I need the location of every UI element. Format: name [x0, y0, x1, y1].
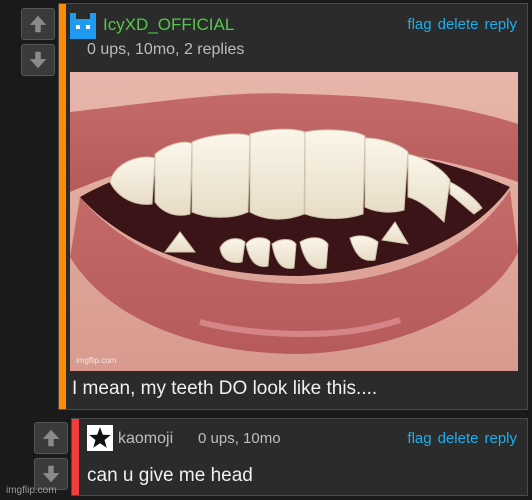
blue-pixel-cat-icon [70, 13, 96, 39]
vote-column-1 [21, 8, 55, 76]
comment-image[interactable]: imgflip.com [70, 72, 518, 371]
comment-accent-bar [59, 4, 66, 409]
upvote-button[interactable] [21, 8, 55, 40]
comment-accent-bar [72, 419, 79, 495]
delete-link[interactable]: delete [438, 430, 479, 447]
comment-2: kaomoji 0 ups, 10mo flag delete reply ca… [71, 418, 528, 496]
star-icon [89, 427, 111, 448]
reply-link[interactable]: reply [484, 16, 517, 33]
avatar [87, 425, 113, 451]
comment-author[interactable]: IcyXD_OFFICIAL [103, 15, 234, 35]
arrow-down-icon [29, 51, 47, 69]
arrow-up-icon [42, 429, 60, 447]
comment-author[interactable]: kaomoji [118, 430, 173, 448]
downvote-button[interactable] [21, 44, 55, 76]
comment-text: can u give me head [87, 465, 253, 486]
vote-column-2 [34, 422, 68, 490]
comment-text: I mean, my teeth DO look like this.... [72, 378, 378, 399]
flag-link[interactable]: flag [407, 430, 431, 447]
comment-meta: 0 ups, 10mo, 2 replies [87, 41, 245, 58]
flag-link[interactable]: flag [407, 16, 431, 33]
upvote-button[interactable] [34, 422, 68, 454]
arrow-down-icon [42, 465, 60, 483]
comment-1: IcyXD_OFFICIAL flag delete reply 0 ups, … [58, 3, 528, 410]
comment-actions: flag delete reply [407, 430, 517, 447]
image-watermark: imgflip.com [76, 356, 117, 365]
avatar [68, 11, 98, 41]
teeth-photo-illustration [70, 72, 518, 371]
arrow-up-icon [29, 15, 47, 33]
comment-meta: 0 ups, 10mo [198, 430, 281, 447]
comment-actions: flag delete reply [407, 16, 517, 33]
delete-link[interactable]: delete [438, 16, 479, 33]
site-watermark: imgflip.com [6, 485, 57, 496]
reply-link[interactable]: reply [484, 430, 517, 447]
